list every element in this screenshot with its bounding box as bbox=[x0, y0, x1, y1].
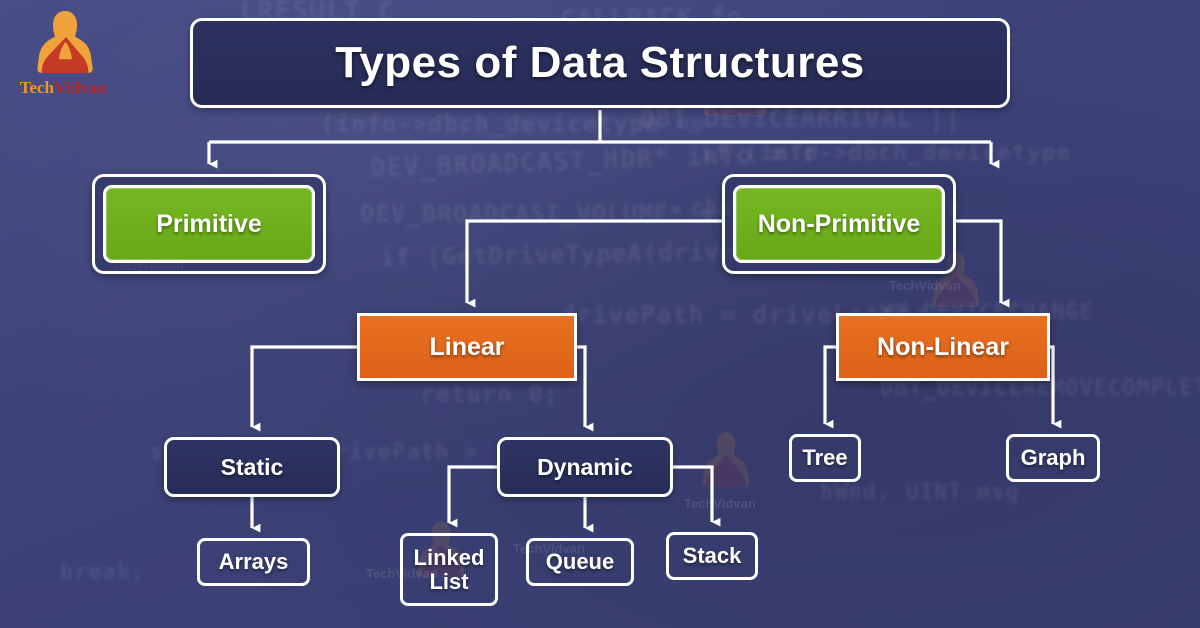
node-non-linear[interactable]: Non-Linear bbox=[836, 313, 1050, 381]
node-linear[interactable]: Linear bbox=[357, 313, 577, 381]
node-arrays[interactable]: Arrays bbox=[197, 538, 310, 586]
node-graph[interactable]: Graph bbox=[1006, 434, 1100, 482]
watermark-figure-icon bbox=[702, 432, 750, 487]
node-stack[interactable]: Stack bbox=[666, 532, 758, 580]
code-line: DEV_BROADCAST_VOLUME* v bbox=[360, 200, 716, 228]
node-linked-list-line-1: Linked bbox=[413, 545, 485, 571]
watermark-label: TechVidvan bbox=[889, 278, 961, 293]
code-line: (info->dbch_devicetype == bbox=[320, 110, 707, 138]
code-line: if (info->dbch_devicetype bbox=[700, 140, 1072, 166]
node-non-primitive-label: Non-Primitive bbox=[733, 185, 945, 263]
node-dynamic[interactable]: Dynamic bbox=[497, 437, 673, 497]
code-line: break; bbox=[60, 560, 146, 585]
logo-text-vidvan: Vidvan bbox=[54, 78, 107, 97]
code-line: return 0; bbox=[420, 380, 560, 408]
watermark-label: TechVidvan bbox=[684, 496, 756, 511]
node-queue[interactable]: Queue bbox=[526, 538, 634, 586]
node-primitive-label: Primitive bbox=[103, 185, 315, 263]
logo-text-tech: Tech bbox=[19, 78, 55, 97]
code-line: hWnd, UINT msg bbox=[820, 480, 1020, 505]
node-non-primitive[interactable]: Non-Primitive bbox=[722, 174, 956, 274]
node-tree[interactable]: Tree bbox=[789, 434, 861, 482]
techvidvan-logo: TechVidvan bbox=[8, 10, 118, 110]
page-title: Types of Data Structures bbox=[190, 18, 1010, 108]
node-linked-list-line-2: List bbox=[429, 568, 469, 594]
node-linked-list[interactable]: Linked List bbox=[400, 533, 498, 606]
node-primitive[interactable]: Primitive bbox=[92, 174, 326, 274]
techvidvan-wordmark: TechVidvan bbox=[8, 78, 118, 98]
code-line: DBT_DEVICEARRIVAL || bbox=[640, 104, 962, 133]
node-static[interactable]: Static bbox=[164, 437, 340, 497]
meditating-figure-icon bbox=[37, 11, 93, 73]
